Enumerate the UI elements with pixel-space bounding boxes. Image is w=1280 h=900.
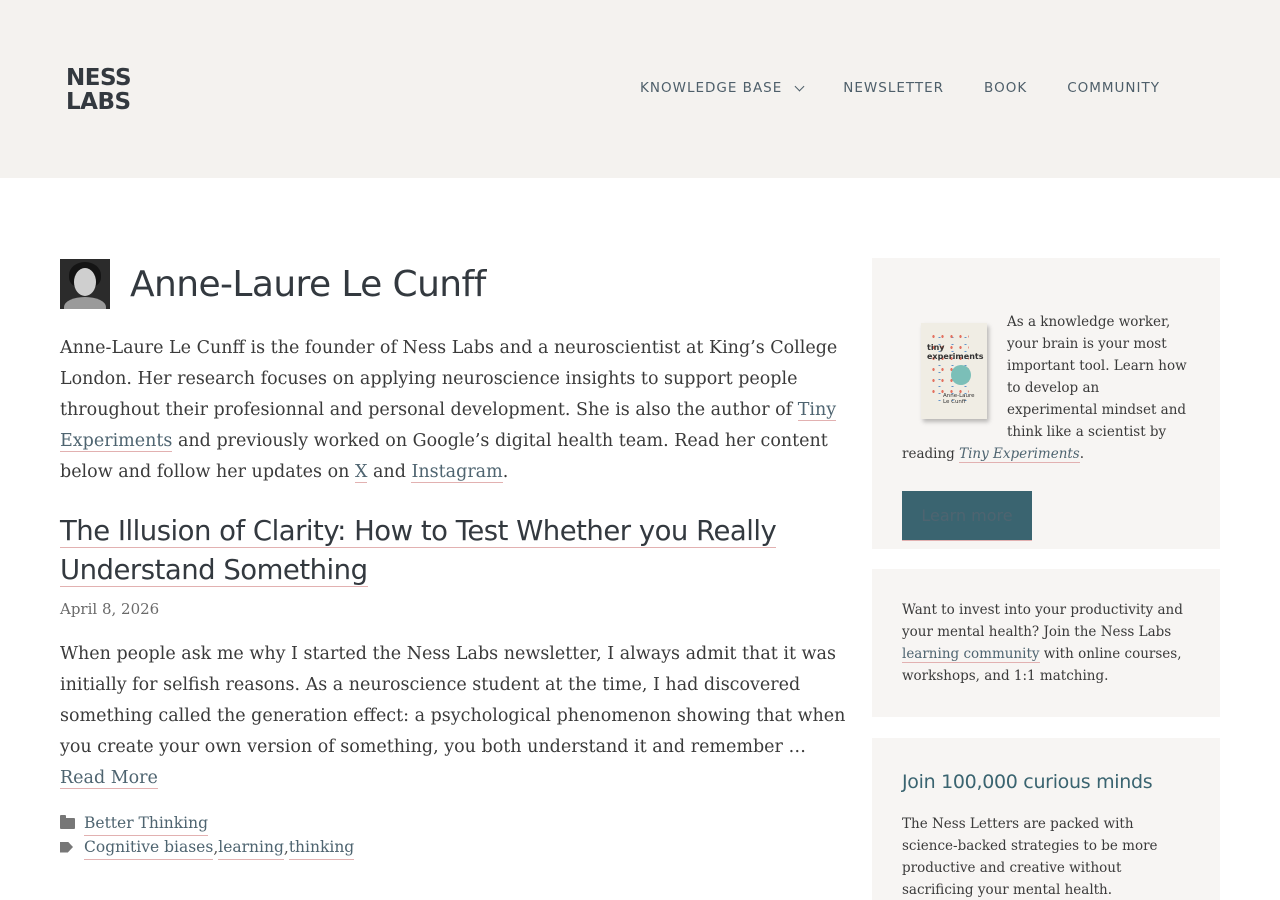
newsletter-text: The Ness Letters are packed with science… <box>902 816 1158 898</box>
instagram-link[interactable]: Instagram <box>411 462 503 483</box>
logo-line-1[interactable]: NESS <box>66 66 132 90</box>
community-text: Want to invest into your productivity an… <box>902 599 1190 687</box>
book-cover-author: Anne-Laure Le Cunff <box>943 393 975 405</box>
book-promo-end: . <box>1079 446 1085 462</box>
community-text-1: Want to invest into your productivity an… <box>902 602 1183 640</box>
nav-book[interactable]: BOOK <box>984 80 1027 96</box>
chevron-down-icon[interactable] <box>794 81 805 91</box>
learning-community-link[interactable]: learning community <box>902 646 1040 663</box>
tags-row: Cognitive biases, learning, thinking <box>60 836 852 860</box>
post-meta: Better Thinking Cognitive biases, learni… <box>60 812 852 860</box>
author-bio: Anne-Laure Le Cunff is the founder of Ne… <box>60 333 852 488</box>
post-date: April 8, 2026 <box>60 600 160 618</box>
post-entry: The Illusion of Clarity: How to Test Whe… <box>60 512 852 860</box>
book-cover-title: tiny experiments <box>927 343 984 361</box>
author-header: Anne-Laure Le Cunff <box>60 258 852 310</box>
post-title-link[interactable]: The Illusion of Clarity: How to Test Whe… <box>60 515 777 587</box>
folder-icon <box>60 813 84 836</box>
post-title: The Illusion of Clarity: How to Test Whe… <box>60 512 852 590</box>
nav-community-label[interactable]: COMMUNITY <box>1067 80 1160 96</box>
nav-knowledge-base-label[interactable]: KNOWLEDGE BASE <box>640 80 782 96</box>
avatar <box>60 259 110 309</box>
nav-knowledge-base[interactable]: KNOWLEDGE BASE <box>640 80 805 96</box>
excerpt-text: When people ask me why I started the Nes… <box>60 644 846 757</box>
tag-link-learning[interactable]: learning <box>218 836 284 860</box>
page-title: Anne-Laure Le Cunff <box>130 263 486 305</box>
nav-newsletter-label[interactable]: NEWSLETTER <box>843 80 944 96</box>
book-cover-image[interactable]: tiny experiments Anne-Laure Le Cunff <box>921 323 987 419</box>
read-more-link[interactable]: Read More <box>60 768 158 789</box>
tag-link-cognitive-biases[interactable]: Cognitive biases <box>84 836 214 860</box>
post-excerpt: When people ask me why I started the Nes… <box>60 639 852 794</box>
bio-text-4: . <box>502 462 509 482</box>
book-promo-card: tiny experiments Anne-Laure Le Cunff As a … <box>872 258 1220 549</box>
site-logo[interactable]: NESS LABS <box>66 66 132 114</box>
nav-book-label[interactable]: BOOK <box>984 80 1027 96</box>
tag-link-thinking[interactable]: thinking <box>288 836 355 860</box>
x-link[interactable]: X <box>354 462 368 483</box>
tiny-experiments-sidebar-link[interactable]: Tiny Experiments <box>959 446 1080 463</box>
community-card: Want to invest into your productivity an… <box>872 569 1220 717</box>
main-content: Anne-Laure Le Cunff Anne-Laure Le Cunff … <box>60 258 852 860</box>
book-cover-circle <box>951 365 971 385</box>
learn-more-button[interactable]: Learn more <box>902 491 1032 541</box>
category-row: Better Thinking <box>60 812 852 836</box>
main-nav: KNOWLEDGE BASE NEWSLETTER BOOK COMMUNITY <box>640 80 1160 96</box>
newsletter-card: Join 100,000 curious minds The Ness Lett… <box>872 738 1220 900</box>
bio-text-3: and <box>367 462 412 482</box>
site-header: NESS LABS KNOWLEDGE BASE NEWSLETTER BOOK… <box>0 0 1280 178</box>
avatar-shoulders <box>64 297 106 309</box>
avatar-face <box>74 268 96 296</box>
tag-icon <box>60 837 84 860</box>
bio-text-1: Anne-Laure Le Cunff is the founder of Ne… <box>60 338 838 420</box>
nav-newsletter[interactable]: NEWSLETTER <box>843 80 944 96</box>
category-link[interactable]: Better Thinking <box>84 812 209 836</box>
logo-line-2[interactable]: LABS <box>66 90 131 114</box>
newsletter-heading: Join 100,000 curious minds <box>902 771 1153 793</box>
nav-community[interactable]: COMMUNITY <box>1067 80 1160 96</box>
